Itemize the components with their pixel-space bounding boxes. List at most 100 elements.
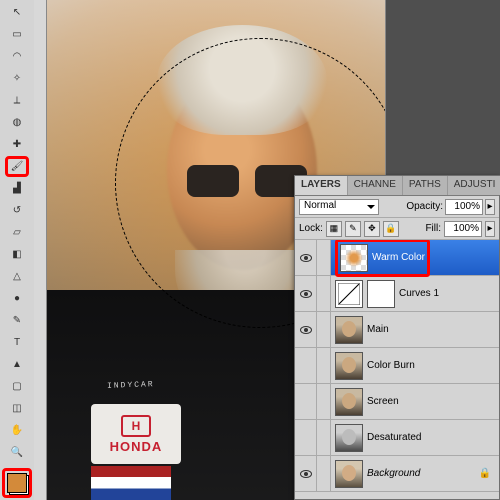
eraser-tool[interactable]: ▱ xyxy=(5,222,29,243)
opacity-label: Opacity: xyxy=(406,201,443,212)
lock-pixels-icon[interactable]: ✎ xyxy=(345,221,361,237)
layer-screen[interactable]: Screen xyxy=(295,384,499,420)
scrollbar[interactable] xyxy=(34,0,47,500)
lasso-tool[interactable]: ◠ xyxy=(5,46,29,67)
selected-highlight: Warm Color xyxy=(335,240,430,277)
tab-adjust[interactable]: ADJUSTI xyxy=(448,176,500,195)
eye-icon xyxy=(300,290,312,298)
layer-thumb xyxy=(335,388,363,416)
layer-curves-1[interactable]: Curves 1 xyxy=(295,276,499,312)
layer-warm-color[interactable]: Warm Color xyxy=(295,240,499,276)
lock-label: Lock: xyxy=(299,223,323,234)
visibility-toggle[interactable] xyxy=(295,240,317,275)
workspace: ↖▭◠✧⟂◍✚🖌▟↺▱◧△●✎T▲▢◫✋🔍 INDYCAR H HONDA LA… xyxy=(0,0,500,500)
layer-content: Color Burn xyxy=(331,348,499,383)
opacity-value[interactable]: 100% xyxy=(445,199,483,215)
3d-tool[interactable]: ◫ xyxy=(5,398,29,419)
healing-tool[interactable]: ✚ xyxy=(5,134,29,155)
honda-logo: H xyxy=(121,415,151,437)
lock-icon: 🔒 xyxy=(479,468,491,479)
link-col xyxy=(317,276,331,311)
visibility-toggle[interactable] xyxy=(295,348,317,383)
layer-name: Warm Color xyxy=(372,252,425,263)
link-col xyxy=(317,240,331,275)
dodge-tool[interactable]: ● xyxy=(5,288,29,309)
lock-row: Lock: ▦ ✎ ✥ 🔒 Fill: 100% ▸ xyxy=(295,218,499,240)
layer-thumb xyxy=(335,460,363,488)
color-swatch[interactable] xyxy=(2,468,32,498)
layer-content: Desaturated xyxy=(331,420,499,455)
layer-name: Main xyxy=(367,324,389,335)
layer-main[interactable]: Main xyxy=(295,312,499,348)
layer-color-burn[interactable]: Color Burn xyxy=(295,348,499,384)
visibility-toggle[interactable] xyxy=(295,312,317,347)
layer-thumb xyxy=(335,316,363,344)
blur-tool[interactable]: △ xyxy=(5,266,29,287)
layer-thumb xyxy=(335,352,363,380)
fg-color[interactable] xyxy=(7,473,27,493)
layer-name: Color Burn xyxy=(367,360,415,371)
gradient-tool[interactable]: ◧ xyxy=(5,244,29,265)
fill-value[interactable]: 100% xyxy=(444,221,482,237)
shape-tool[interactable]: ▢ xyxy=(5,376,29,397)
type-tool[interactable]: T xyxy=(5,332,29,353)
blend-row: Normal Opacity: 100% ▸ xyxy=(295,196,499,218)
layer-name: Background xyxy=(367,468,420,479)
lock-transparency-icon[interactable]: ▦ xyxy=(326,221,342,237)
eye-icon xyxy=(300,470,312,478)
path-select-tool[interactable]: ▲ xyxy=(5,354,29,375)
link-col xyxy=(317,456,331,491)
marquee-tool[interactable]: ▭ xyxy=(5,24,29,45)
link-col xyxy=(317,420,331,455)
opacity-slider-icon[interactable]: ▸ xyxy=(485,199,495,215)
lock-all-icon[interactable]: 🔒 xyxy=(383,221,399,237)
fill-slider-icon[interactable]: ▸ xyxy=(485,221,495,237)
lock-position-icon[interactable]: ✥ xyxy=(364,221,380,237)
layer-content: Warm Color xyxy=(331,240,499,275)
sunglasses xyxy=(187,165,307,201)
layer-thumb xyxy=(335,280,363,308)
visibility-toggle[interactable] xyxy=(295,276,317,311)
fill-label: Fill: xyxy=(425,223,441,234)
eye-icon xyxy=(300,254,312,262)
move-tool[interactable]: ↖ xyxy=(5,2,29,23)
link-col xyxy=(317,312,331,347)
layer-mask xyxy=(367,280,395,308)
visibility-toggle[interactable] xyxy=(295,384,317,419)
blend-mode-select[interactable]: Normal xyxy=(299,199,379,215)
layer-list: Warm Color Curves 1 Main Color Burn Screen De… xyxy=(295,240,499,499)
link-col xyxy=(317,384,331,419)
history-brush-tool[interactable]: ↺ xyxy=(5,200,29,221)
crop-tool[interactable]: ⟂ xyxy=(5,90,29,111)
toolbar: ↖▭◠✧⟂◍✚🖌▟↺▱◧△●✎T▲▢◫✋🔍 xyxy=(0,0,34,500)
layer-content: Curves 1 xyxy=(331,276,499,311)
layer-name: Screen xyxy=(367,396,399,407)
pen-tool[interactable]: ✎ xyxy=(5,310,29,331)
zoom-tool[interactable]: 🔍 xyxy=(5,442,29,463)
layer-background[interactable]: Background 🔒 xyxy=(295,456,499,492)
hand-tool[interactable]: ✋ xyxy=(5,420,29,441)
flag-patch xyxy=(91,466,171,500)
wand-tool[interactable]: ✧ xyxy=(5,68,29,89)
brush-tool[interactable]: 🖌 xyxy=(5,156,29,177)
layer-name: Desaturated xyxy=(367,432,421,443)
stamp-tool[interactable]: ▟ xyxy=(5,178,29,199)
layer-content: Background 🔒 xyxy=(331,456,499,491)
layer-content: Main xyxy=(331,312,499,347)
visibility-toggle[interactable] xyxy=(295,420,317,455)
layer-name: Curves 1 xyxy=(399,288,439,299)
link-col xyxy=(317,348,331,383)
tab-channels[interactable]: CHANNE xyxy=(348,176,403,195)
eyedropper-tool[interactable]: ◍ xyxy=(5,112,29,133)
panel-tabs: LAYERS CHANNE PATHS ADJUSTI ≡ xyxy=(295,176,499,196)
honda-text: HONDA xyxy=(110,439,163,454)
layer-desaturated[interactable]: Desaturated xyxy=(295,420,499,456)
tab-paths[interactable]: PATHS xyxy=(403,176,448,195)
tab-layers[interactable]: LAYERS xyxy=(295,176,348,195)
layer-content: Screen xyxy=(331,384,499,419)
visibility-toggle[interactable] xyxy=(295,456,317,491)
layers-panel: LAYERS CHANNE PATHS ADJUSTI ≡ Normal Opa… xyxy=(294,175,500,500)
indycar-text: INDYCAR xyxy=(107,380,155,391)
layer-thumb xyxy=(340,244,368,272)
eye-icon xyxy=(300,326,312,334)
